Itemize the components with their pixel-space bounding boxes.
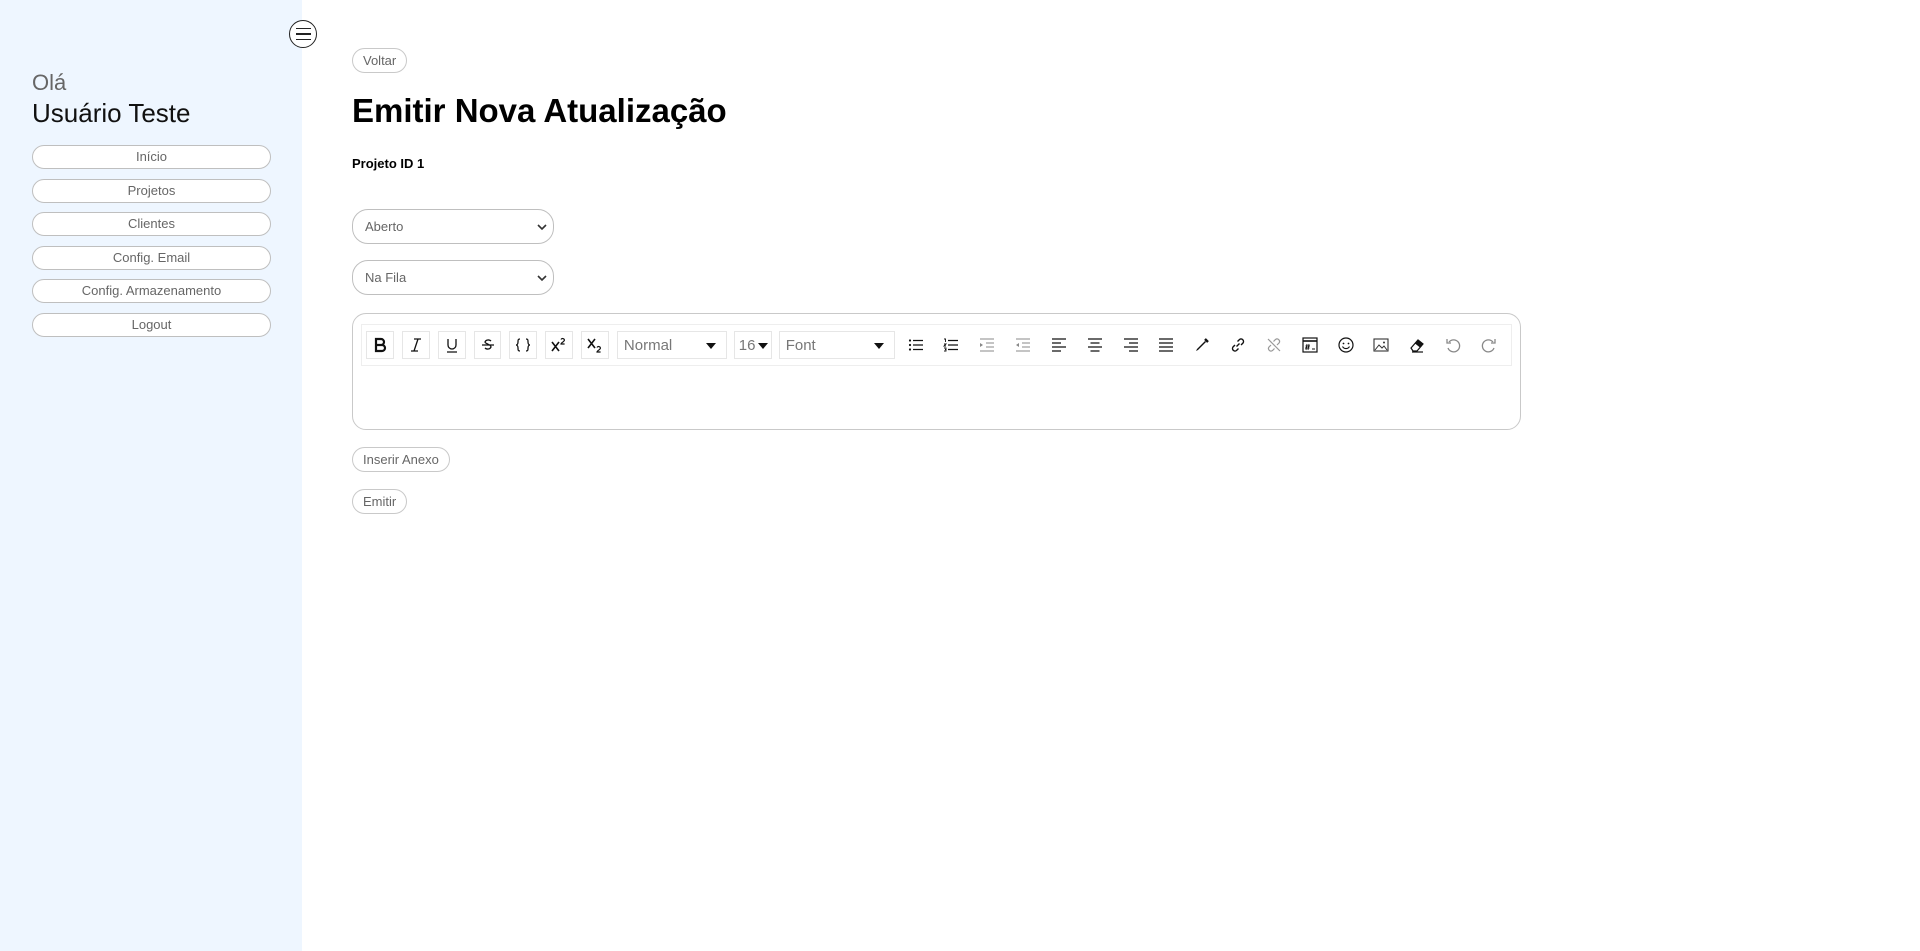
superscript-icon[interactable] bbox=[545, 331, 574, 359]
chevron-down-icon bbox=[537, 224, 547, 231]
sidebar-item-clientes[interactable]: Clientes bbox=[32, 212, 271, 236]
sidebar-item-inicio[interactable]: Início bbox=[32, 145, 271, 169]
sidebar-item-projetos[interactable]: Projetos bbox=[32, 178, 271, 203]
image-icon[interactable] bbox=[1368, 331, 1396, 359]
user-name: Usuário Teste bbox=[32, 98, 191, 128]
eraser-icon[interactable] bbox=[1403, 331, 1431, 359]
align-left-icon[interactable] bbox=[1045, 331, 1073, 359]
queue-select-value: Na Fila bbox=[365, 270, 407, 285]
bold-icon[interactable] bbox=[366, 331, 394, 359]
align-right-icon[interactable] bbox=[1117, 331, 1145, 359]
underline-icon[interactable] bbox=[437, 331, 466, 359]
emit-button[interactable]: Emitir bbox=[352, 489, 408, 514]
bullet-list-icon[interactable] bbox=[902, 331, 930, 359]
subscript-icon[interactable] bbox=[581, 331, 610, 359]
project-id-label: Projeto ID 1 bbox=[352, 156, 425, 171]
sidebar-nav: Início Projetos Clientes Config. Email C… bbox=[32, 145, 271, 346]
greeting-text: Olá bbox=[32, 70, 67, 95]
align-justify-icon[interactable] bbox=[1152, 331, 1180, 359]
font-size-dropdown[interactable]: 16 bbox=[733, 331, 772, 359]
queue-select[interactable]: Na Fila bbox=[352, 260, 554, 295]
page-title: Emitir Nova Atualização bbox=[352, 92, 727, 129]
status-select[interactable]: Aberto bbox=[352, 209, 554, 244]
logout-button[interactable]: Logout bbox=[32, 312, 271, 337]
editor-toolbar: Normal 16 Font bbox=[361, 324, 1512, 366]
indent-icon[interactable] bbox=[973, 331, 1001, 359]
undo-icon[interactable] bbox=[1439, 331, 1467, 359]
caret-down-icon bbox=[873, 343, 884, 349]
strikethrough-icon[interactable] bbox=[473, 331, 502, 359]
embed-icon[interactable] bbox=[1296, 331, 1324, 359]
sidebar-item-config-armazenamento[interactable]: Config. Armazenamento bbox=[32, 279, 271, 303]
align-center-icon[interactable] bbox=[1081, 331, 1109, 359]
code-icon[interactable] bbox=[509, 331, 538, 359]
redo-icon[interactable] bbox=[1475, 331, 1503, 359]
status-select-value: Aberto bbox=[365, 219, 404, 234]
caret-down-icon bbox=[705, 343, 716, 349]
editor-content-area[interactable] bbox=[363, 372, 1510, 422]
insert-attachment-button[interactable]: Inserir Anexo bbox=[352, 447, 450, 472]
italic-icon[interactable] bbox=[401, 331, 430, 359]
font-family-value: Font bbox=[785, 336, 816, 354]
sidebar: Olá Usuário Teste Início Projetos Client… bbox=[0, 0, 302, 951]
chevron-down-icon bbox=[537, 275, 547, 282]
color-picker-icon[interactable] bbox=[1188, 331, 1216, 359]
link-icon[interactable] bbox=[1224, 331, 1252, 359]
emoji-icon[interactable] bbox=[1332, 331, 1360, 359]
back-button[interactable]: Voltar bbox=[352, 48, 408, 73]
unlink-icon[interactable] bbox=[1260, 331, 1288, 359]
font-size-value: 16 bbox=[738, 336, 756, 354]
rich-text-editor: Normal 16 Font bbox=[352, 313, 1521, 430]
hamburger-menu-icon[interactable] bbox=[289, 20, 317, 48]
numbered-list-icon[interactable] bbox=[937, 331, 965, 359]
heading-dropdown-value: Normal bbox=[623, 336, 673, 354]
sidebar-item-config-email[interactable]: Config. Email bbox=[32, 245, 271, 270]
heading-dropdown[interactable]: Normal bbox=[616, 331, 727, 359]
outdent-icon[interactable] bbox=[1009, 331, 1037, 359]
caret-down-icon bbox=[757, 343, 768, 349]
font-family-dropdown[interactable]: Font bbox=[778, 331, 895, 359]
